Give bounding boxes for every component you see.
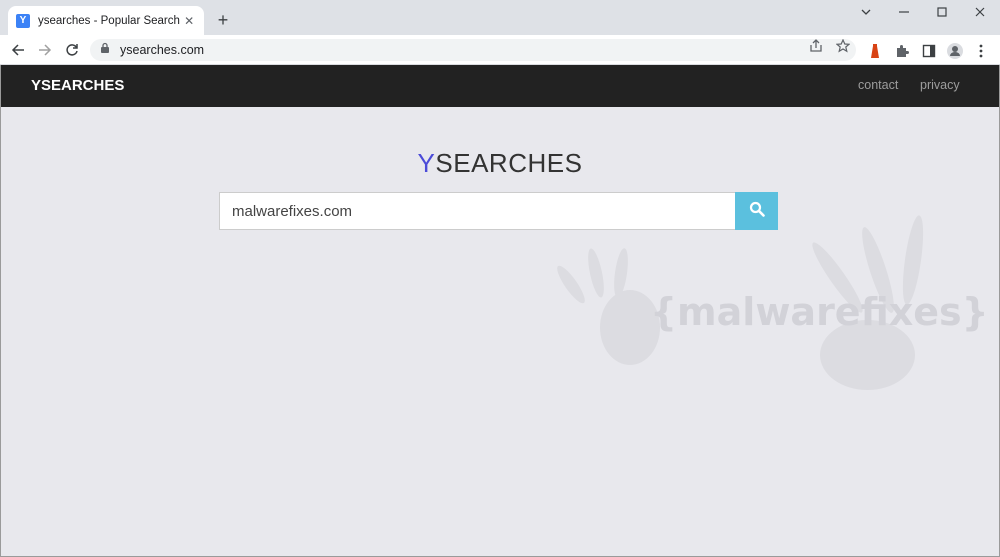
search-icon xyxy=(749,201,765,222)
new-tab-button[interactable]: + xyxy=(213,10,233,30)
forward-arrow-icon[interactable] xyxy=(35,40,55,60)
url-text: ysearches.com xyxy=(120,43,205,57)
minimize-icon[interactable] xyxy=(896,6,912,21)
tab-close-icon[interactable]: ✕ xyxy=(182,14,196,28)
tab-strip: Y ysearches - Popular Search Topics ✕ + xyxy=(0,0,1000,35)
bookmark-star-icon[interactable] xyxy=(834,39,852,53)
side-panel-icon[interactable] xyxy=(921,43,937,59)
profile-avatar-icon[interactable] xyxy=(947,43,963,59)
browser-tab[interactable]: Y ysearches - Popular Search Topics ✕ xyxy=(8,6,204,35)
tab-title: ysearches - Popular Search Topics xyxy=(38,14,182,27)
close-window-icon[interactable] xyxy=(972,6,988,21)
menu-kebab-icon[interactable] xyxy=(973,43,989,59)
reload-icon[interactable] xyxy=(62,40,82,60)
tab-search-chevron-icon[interactable] xyxy=(858,6,874,21)
site-favicon-icon: Y xyxy=(16,13,30,28)
privacy-link[interactable]: privacy xyxy=(920,78,960,92)
contact-link[interactable]: contact xyxy=(858,78,898,92)
search-input[interactable]: malwarefixes.com xyxy=(219,192,736,230)
site-brand-link[interactable]: YSEARCHES xyxy=(31,77,124,94)
address-bar[interactable]: ysearches.com xyxy=(90,39,856,61)
site-navbar: YSEARCHES contact privacy xyxy=(1,65,999,107)
watermark-logo: {malwarefixes} xyxy=(650,290,989,334)
back-arrow-icon[interactable] xyxy=(8,40,28,60)
search-button[interactable] xyxy=(735,192,778,230)
extension-icon[interactable] xyxy=(867,43,883,59)
extensions-puzzle-icon[interactable] xyxy=(894,43,910,59)
browser-toolbar: ysearches.com xyxy=(0,35,1000,65)
lock-icon[interactable] xyxy=(100,41,110,59)
site-logo: YSEARCHES xyxy=(0,148,1000,179)
logo-letter-y: Y xyxy=(417,148,436,178)
maximize-icon[interactable] xyxy=(934,6,950,21)
share-icon[interactable] xyxy=(807,39,825,53)
logo-text-rest: SEARCHES xyxy=(435,148,583,178)
